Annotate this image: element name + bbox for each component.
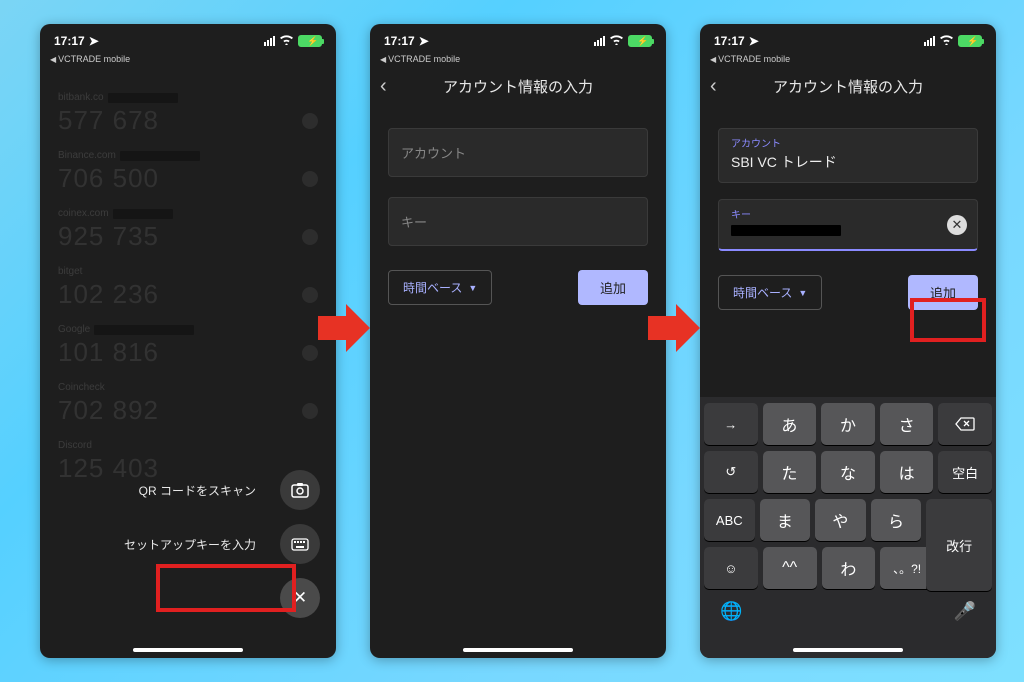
key-ta[interactable]: た: [763, 451, 817, 493]
timer-icon: [302, 229, 318, 245]
key-field[interactable]: キー: [388, 197, 648, 246]
timer-icon: [302, 403, 318, 419]
key-abc[interactable]: ABC: [704, 499, 755, 541]
page-title: アカウント情報の入力: [443, 76, 593, 97]
list-item[interactable]: Binance.com 706 500: [40, 140, 336, 198]
location-icon: ➤: [749, 34, 759, 48]
timer-icon: [302, 113, 318, 129]
location-icon: ➤: [419, 34, 429, 48]
list-item[interactable]: bitbank.co 577 678: [40, 82, 336, 140]
chevron-down-icon: ▼: [468, 283, 477, 293]
screen-account-entry-filled: 17:17➤ ⚡ ◀VCTRADE mobile ‹ アカウント情報の入力 アカ…: [700, 24, 996, 658]
header: ‹ アカウント情報の入力: [700, 64, 996, 108]
key-ka[interactable]: か: [821, 403, 875, 445]
time-based-dropdown[interactable]: 時間ベース ▼: [718, 275, 822, 310]
key-backspace[interactable]: [938, 403, 992, 445]
key-next[interactable]: →: [704, 403, 758, 445]
mic-icon[interactable]: 🎤: [954, 601, 976, 622]
header: ‹ アカウント情報の入力: [370, 64, 666, 108]
scan-qr-button[interactable]: [280, 470, 320, 510]
flow-arrow-icon: [646, 300, 702, 356]
status-bar: 17:17➤ ⚡: [370, 30, 666, 52]
list-item[interactable]: coinex.com 925 735: [40, 198, 336, 256]
key-undo[interactable]: ↺: [704, 451, 758, 493]
key-return[interactable]: 改行: [926, 499, 992, 591]
list-item[interactable]: bitget 102 236: [40, 256, 336, 314]
back-triangle-icon: ◀: [50, 55, 56, 64]
key-sa[interactable]: さ: [880, 403, 934, 445]
battery-icon: ⚡: [958, 35, 982, 47]
time-based-dropdown[interactable]: 時間ベース ▼: [388, 270, 492, 305]
page-title: アカウント情報の入力: [773, 76, 923, 97]
key-space[interactable]: 空白: [938, 451, 992, 493]
wifi-icon: [609, 34, 624, 48]
screen-authenticator-list: 17:17 ➤ ⚡ ◀VCTRADE mobile bitbank.co 577 …: [40, 24, 336, 658]
flow-arrow-icon: [316, 300, 372, 356]
key-na[interactable]: な: [821, 451, 875, 493]
list-item[interactable]: Google 101 816: [40, 314, 336, 372]
enter-key-button[interactable]: [280, 524, 320, 564]
home-indicator[interactable]: [463, 648, 573, 652]
key-emoji[interactable]: ☺: [704, 547, 758, 589]
highlight-setup-key: [156, 564, 296, 612]
battery-icon: ⚡: [298, 35, 322, 47]
key-ma[interactable]: ま: [760, 499, 811, 541]
breadcrumb[interactable]: ◀VCTRADE mobile: [370, 54, 666, 64]
signal-icon: [594, 36, 605, 46]
timer-icon: [302, 171, 318, 187]
battery-icon: ⚡: [628, 35, 652, 47]
home-indicator[interactable]: [793, 648, 903, 652]
add-button[interactable]: 追加: [908, 275, 978, 310]
signal-icon: [924, 36, 935, 46]
wifi-icon: [279, 34, 294, 48]
chevron-down-icon: ▼: [798, 288, 807, 298]
key-small[interactable]: ^^: [763, 547, 817, 589]
fab-key-label: セットアップキーを入力: [124, 536, 256, 553]
globe-icon[interactable]: 🌐: [720, 601, 742, 622]
key-ha[interactable]: は: [880, 451, 934, 493]
home-indicator[interactable]: [133, 648, 243, 652]
signal-icon: [264, 36, 275, 46]
key-wa[interactable]: わ: [822, 547, 876, 589]
breadcrumb[interactable]: ◀VCTRADE mobile: [40, 54, 336, 64]
key-ya[interactable]: や: [815, 499, 866, 541]
account-field[interactable]: アカウント: [388, 128, 648, 177]
key-a[interactable]: あ: [763, 403, 817, 445]
wifi-icon: [939, 34, 954, 48]
key-field[interactable]: キー ✕: [718, 199, 978, 251]
list-item[interactable]: Coincheck 702 892: [40, 372, 336, 430]
status-bar: 17:17➤ ⚡: [700, 30, 996, 52]
status-bar: 17:17 ➤ ⚡: [40, 30, 336, 52]
location-icon: ➤: [89, 34, 99, 48]
redacted-key: [731, 225, 841, 236]
account-field[interactable]: アカウント SBI VC トレード: [718, 128, 978, 183]
back-button[interactable]: ‹: [380, 75, 387, 98]
keyboard: → あ か さ ↺ た な は 空白 ABC ま や ら 改行 ☺: [700, 397, 996, 658]
clear-button[interactable]: ✕: [947, 215, 967, 235]
fab-close-button[interactable]: ✕: [280, 578, 320, 618]
status-time: 17:17: [54, 34, 85, 48]
back-button[interactable]: ‹: [710, 75, 717, 98]
screen-account-entry-empty: 17:17➤ ⚡ ◀VCTRADE mobile ‹ アカウント情報の入力 アカ…: [370, 24, 666, 658]
breadcrumb[interactable]: ◀VCTRADE mobile: [700, 54, 996, 64]
fab-scan-label: QR コードをスキャン: [139, 482, 256, 499]
add-button[interactable]: 追加: [578, 270, 648, 305]
key-ra[interactable]: ら: [871, 499, 922, 541]
